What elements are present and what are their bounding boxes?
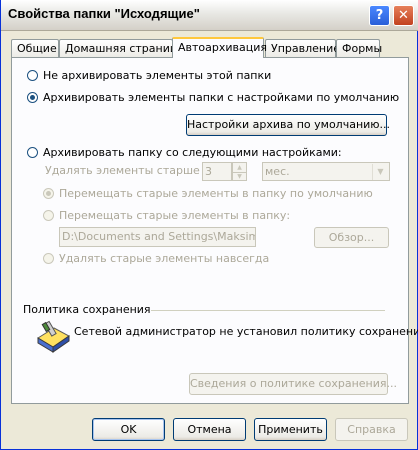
retention-policy-title: Политика сохранения (23, 303, 155, 316)
months-count-input[interactable]: 3 (202, 162, 232, 181)
archive-default-radio[interactable] (27, 92, 38, 103)
help-title-button[interactable]: ? (369, 5, 390, 26)
tab-manage[interactable]: Управление (265, 39, 340, 57)
retention-info-button[interactable]: Сведения о политике сохранения... (189, 373, 397, 395)
tab-forms[interactable]: Формы (336, 39, 382, 57)
tab-general[interactable]: Общие (11, 39, 59, 57)
title-bar: Свойства папки "Исходящие" ? ✕ (1, 0, 418, 31)
browse-button[interactable]: Обзор... (314, 227, 389, 248)
delete-forever-radio[interactable] (43, 253, 54, 264)
default-archive-settings-button[interactable]: Настройки архива по умолчанию... (186, 114, 390, 136)
folder-properties-window: Свойства папки "Исходящие" ? ✕ Общие Дом… (0, 0, 418, 450)
tab-home-page[interactable]: Домашняя страница (59, 39, 184, 57)
spin-up-icon[interactable]: ▲ (233, 163, 246, 173)
close-icon[interactable]: ✕ (393, 5, 414, 26)
policy-shield-icon (37, 320, 70, 353)
months-spinner[interactable]: ▲ ▼ (232, 162, 247, 181)
archive-default-label[interactable]: Архивировать элементы папки с настройкам… (43, 91, 399, 104)
tab-autoarchive[interactable]: Автоархивация (172, 37, 267, 58)
cancel-button[interactable]: Отмена (173, 418, 246, 441)
period-unit-select[interactable]: мес. ▼ (262, 162, 390, 181)
chevron-down-icon[interactable]: ▼ (372, 164, 388, 180)
retention-divider (151, 310, 385, 311)
period-unit-value: мес. (265, 165, 290, 178)
help-button[interactable]: Справка (335, 418, 408, 441)
move-to-folder-label[interactable]: Перемещать старые элементы в папку: (59, 209, 290, 222)
ok-button[interactable]: OK (92, 418, 165, 441)
archive-custom-radio[interactable] (27, 147, 38, 158)
no-archive-radio[interactable] (27, 70, 38, 81)
folder-path-input[interactable]: D:\Documents and Settings\Maksim\Loca (59, 227, 256, 247)
spin-down-icon[interactable]: ▼ (233, 173, 246, 181)
move-default-label[interactable]: Перемещать старые элементы в папку по ум… (59, 187, 373, 200)
no-archive-label[interactable]: Не архивировать элементы этой папки (43, 69, 271, 82)
delete-older-label: Удалять элементы старше (45, 164, 200, 177)
move-to-folder-radio[interactable] (43, 210, 54, 221)
apply-button[interactable]: Применить (254, 418, 327, 441)
delete-forever-label[interactable]: Удалять старые элементы навсегда (59, 252, 269, 265)
window-title: Свойства папки "Исходящие" (8, 6, 200, 21)
move-default-radio[interactable] (43, 188, 54, 199)
retention-message: Сетевой администратор не установил полит… (74, 325, 418, 338)
archive-custom-label[interactable]: Архивировать папку со следующими настрой… (43, 146, 342, 159)
